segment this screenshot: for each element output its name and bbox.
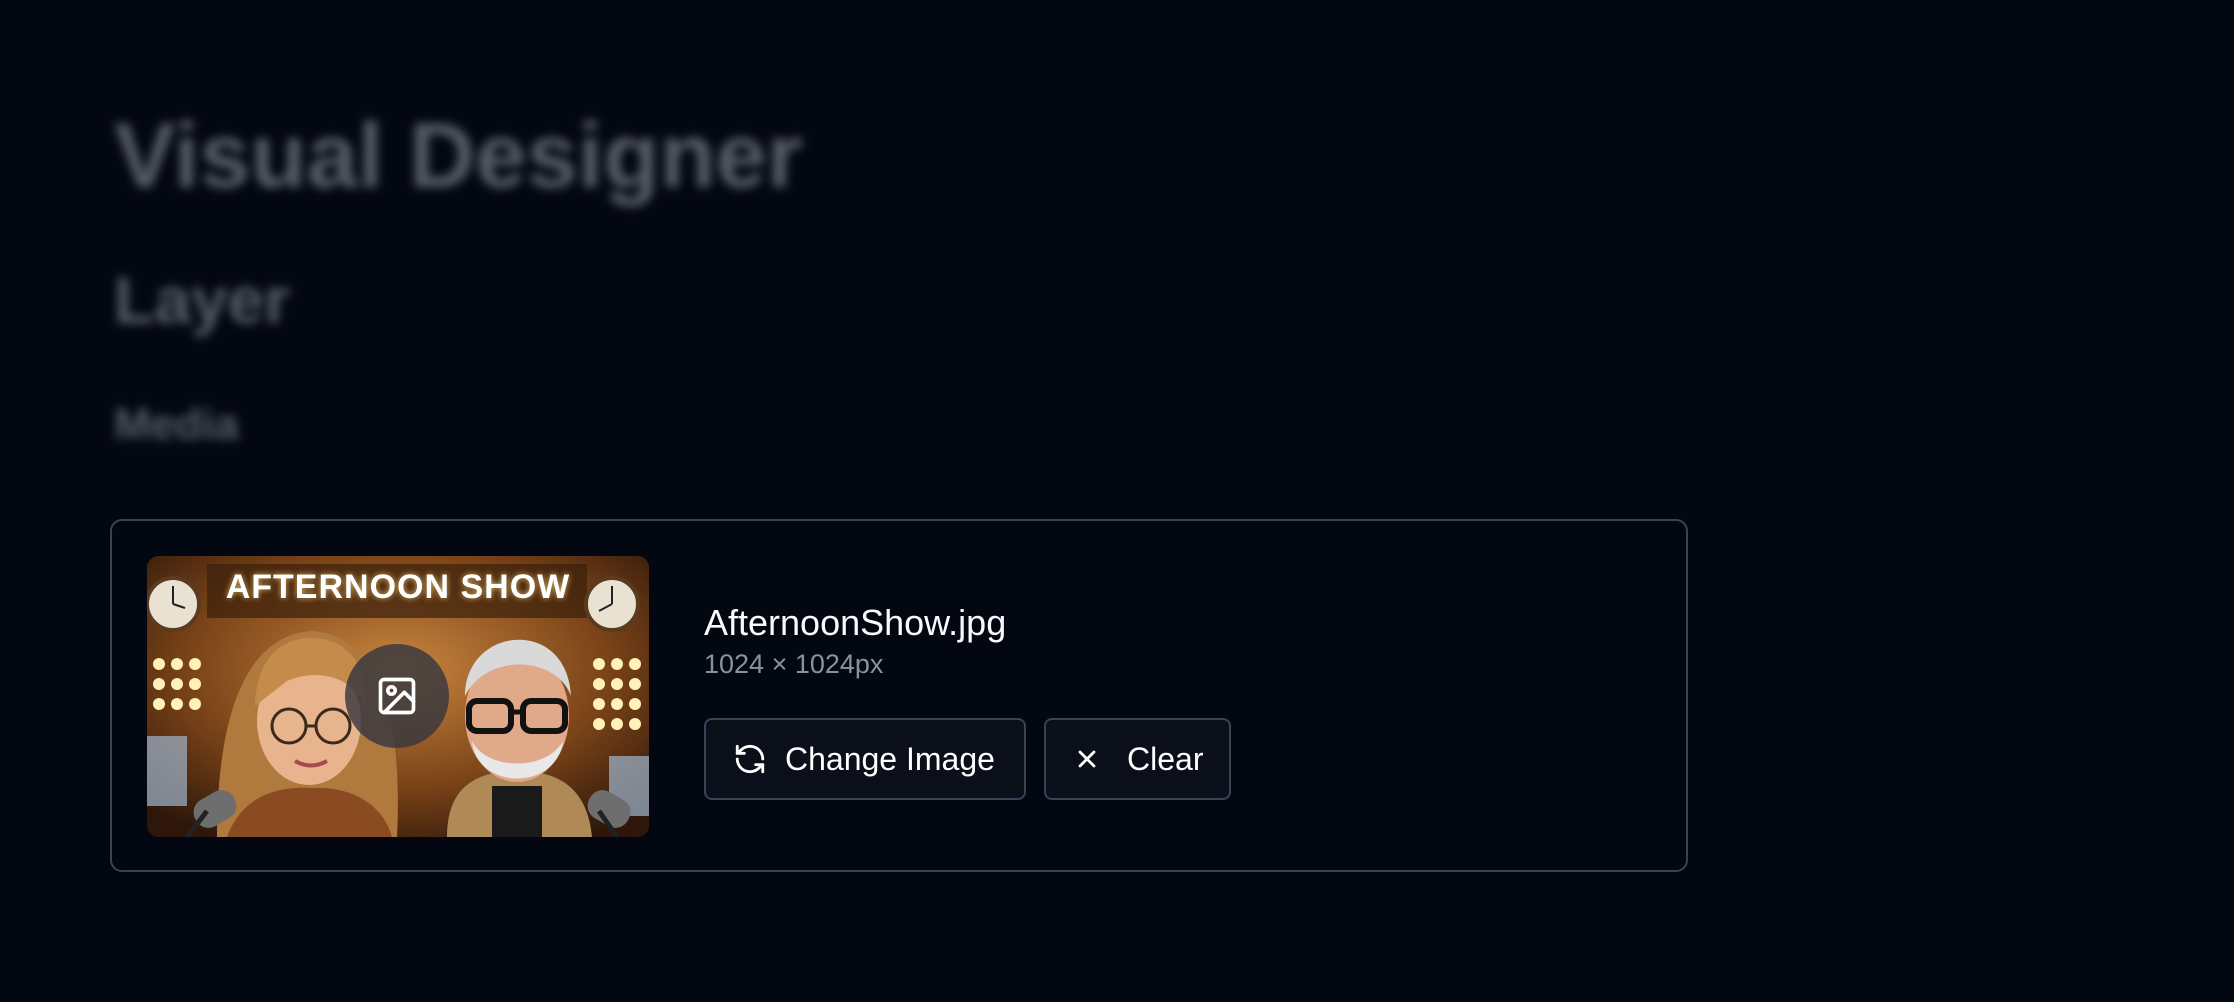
change-image-button[interactable]: Change Image <box>704 718 1026 800</box>
image-dimensions: 1024 × 1024px <box>704 649 884 679</box>
clear-button[interactable]: Clear <box>1044 718 1231 800</box>
subsection-heading: Media <box>114 400 239 449</box>
image-thumbnail[interactable]: AFTERNOON SHOW <box>147 556 649 837</box>
media-card: AFTERNOON SHOW AfternoonShow.jpg 1024 × … <box>110 519 1688 872</box>
change-image-label: Change Image <box>785 740 995 777</box>
refresh-icon <box>733 742 767 776</box>
close-icon <box>1073 745 1101 773</box>
clear-label: Clear <box>1127 740 1204 777</box>
file-name: AfternoonShow.jpg <box>704 602 1007 643</box>
image-icon[interactable] <box>345 644 449 748</box>
thumbnail-banner-text: AFTERNOON SHOW <box>225 568 571 606</box>
section-heading: Layer <box>114 263 291 337</box>
page-title: Visual Designer <box>114 105 803 207</box>
